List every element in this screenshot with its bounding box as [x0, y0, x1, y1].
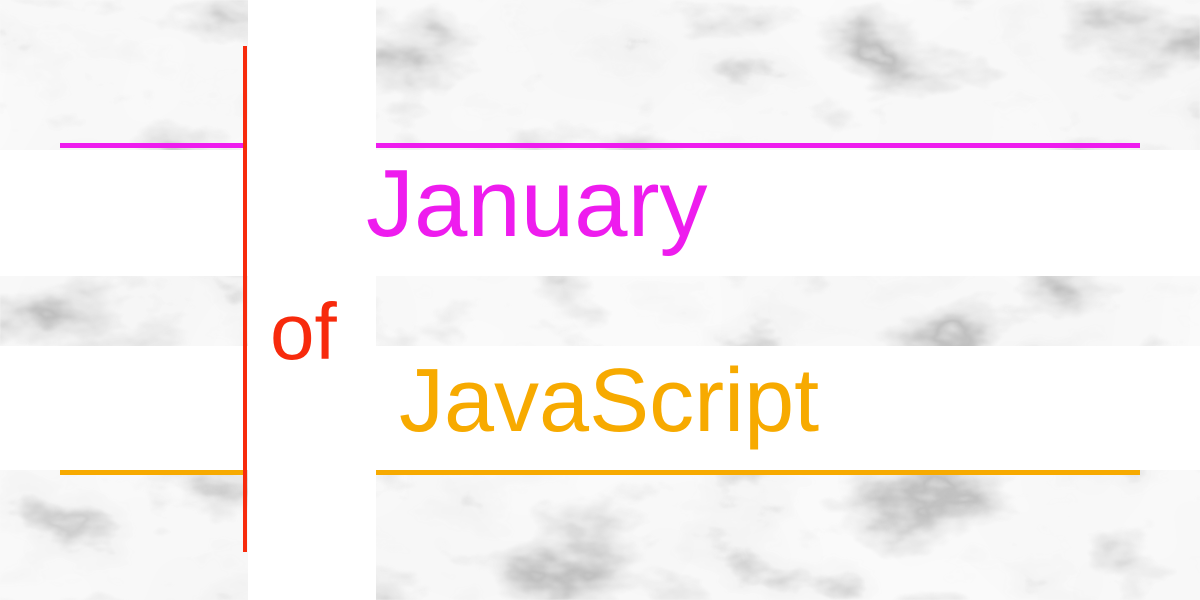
title-word-january: January: [366, 150, 708, 257]
title-word-javascript: JavaScript: [399, 351, 820, 451]
magenta-rule-right: [376, 143, 1140, 148]
marble-background: [0, 0, 1200, 600]
cover-image: January of JavaScript: [0, 0, 1200, 600]
red-vertical-rule: [243, 46, 247, 552]
orange-rule-right: [376, 470, 1140, 475]
title-word-of: of: [270, 287, 337, 376]
orange-rule-left: [60, 470, 246, 475]
magenta-rule-left: [60, 143, 246, 148]
